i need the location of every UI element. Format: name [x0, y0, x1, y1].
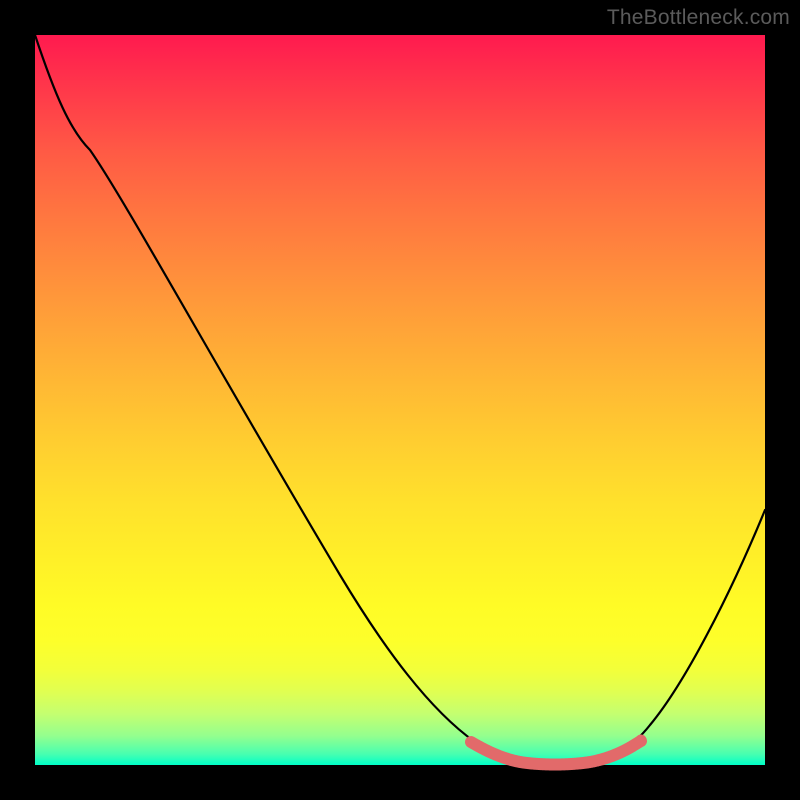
- bottleneck-curve: [35, 35, 765, 765]
- highlighted-optimal-band: [471, 741, 641, 765]
- plot-area: [35, 35, 765, 765]
- highlight-end-dot: [636, 735, 647, 746]
- watermark-text: TheBottleneck.com: [607, 6, 790, 30]
- curve-layer: [35, 35, 765, 765]
- chart-frame: TheBottleneck.com: [0, 0, 800, 800]
